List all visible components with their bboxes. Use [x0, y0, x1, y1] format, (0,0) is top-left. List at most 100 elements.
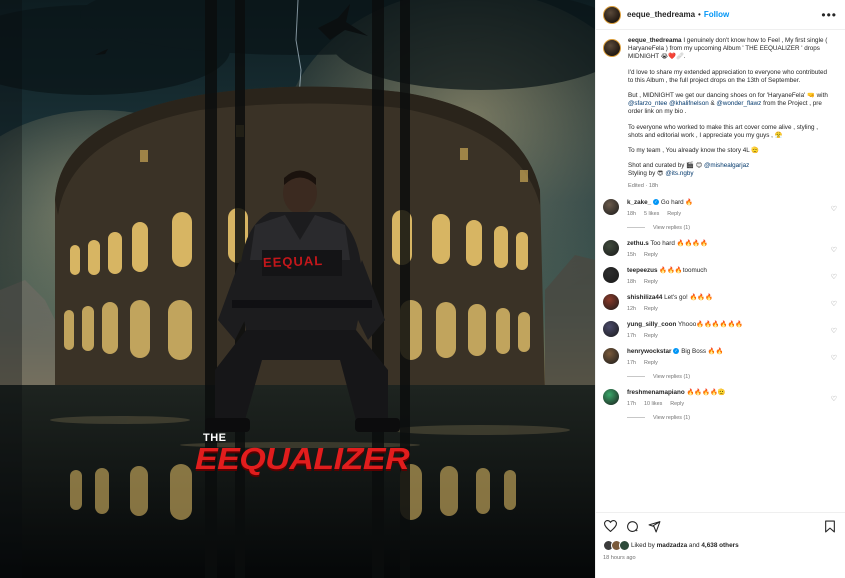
caption-styling: Styling by 😎	[628, 170, 666, 178]
comment-line: teepeezus 🔥🔥🔥toomuch	[627, 267, 825, 275]
reply-button[interactable]: Reply	[644, 360, 658, 366]
view-replies-button[interactable]: View replies (1)	[627, 415, 837, 421]
liked-by-mid: and	[688, 542, 700, 549]
avatar[interactable]	[603, 293, 619, 310]
view-replies-label[interactable]: View replies (1)	[653, 415, 690, 421]
comment-line: henrywockstar ✓ Big Boss 🔥🔥	[627, 348, 825, 356]
divider	[627, 376, 645, 378]
comment-meta: 17h Reply	[627, 360, 825, 366]
comment-likes[interactable]: 5 likes	[644, 211, 659, 217]
likes-summary: Liked by madzadza and 4,638 others	[603, 540, 837, 551]
comment-meta: 18h 5 likes Reply	[627, 211, 825, 217]
comment-icon[interactable]	[625, 519, 639, 533]
avatar[interactable]	[603, 347, 619, 364]
post-image[interactable]: EEQUAL THE EEQUALIZER	[0, 0, 595, 578]
comment-body: k_zake_ ✓ Go hard 🔥 18h 5 likes Reply	[627, 199, 825, 217]
caption-body: eeque_thedreama I genuinely don't know h…	[628, 37, 828, 190]
caption-edited: Edited · 18h	[628, 182, 659, 189]
reply-button[interactable]: Reply	[667, 211, 681, 217]
view-replies-label[interactable]: View replies (1)	[653, 225, 690, 231]
heart-icon[interactable]: ♡	[831, 354, 837, 362]
comment-time: 18h	[627, 210, 636, 217]
caption-avatar[interactable]	[603, 39, 621, 57]
comment-likes[interactable]: 10 likes	[644, 401, 662, 407]
verified-badge-icon: ✓	[652, 199, 659, 206]
more-icon[interactable]: •••	[821, 9, 837, 21]
post-footer: Liked by madzadza and 4,638 others 18 ho…	[596, 512, 845, 578]
avatar[interactable]	[603, 388, 619, 405]
avatar[interactable]	[603, 198, 619, 215]
heart-icon[interactable]	[603, 519, 617, 533]
reply-button[interactable]: Reply	[644, 306, 658, 312]
header-username[interactable]: eeque_thedreama	[627, 10, 695, 19]
comment-item: zethu.s Too hard 🔥🔥🔥🔥 15h Reply ♡	[603, 239, 837, 258]
heart-icon[interactable]: ♡	[831, 395, 837, 403]
mention-link[interactable]: @its.ngby	[665, 170, 693, 177]
jacket-print-text: EEQUAL	[262, 252, 324, 271]
comment-time: 15h	[627, 251, 636, 258]
comment-item: shishiliza44 Let's go! 🔥🔥🔥 12h Reply ♡	[603, 293, 837, 312]
follow-button[interactable]: Follow	[704, 10, 729, 19]
avatar[interactable]	[603, 266, 619, 283]
view-replies-label[interactable]: View replies (1)	[653, 374, 690, 380]
comment-body: teepeezus 🔥🔥🔥toomuch 18h Reply	[627, 267, 825, 285]
comments-scroll-area[interactable]: eeque_thedreama I genuinely don't know h…	[596, 31, 845, 512]
reply-button[interactable]: Reply	[644, 252, 658, 258]
liked-by-user[interactable]: madzadza	[657, 542, 688, 549]
action-bar	[603, 519, 837, 533]
comment-text: Go hard 🔥	[660, 198, 694, 206]
comment-username[interactable]: k_zake_	[627, 199, 651, 206]
view-replies-button[interactable]: View replies (1)	[627, 374, 837, 380]
reply-button[interactable]: Reply	[644, 333, 658, 339]
avatar[interactable]	[603, 320, 619, 337]
comment-username[interactable]: yung_silly_coon	[627, 321, 676, 328]
comment-item: k_zake_ ✓ Go hard 🔥 18h 5 likes Reply ♡	[603, 198, 837, 217]
heart-icon[interactable]: ♡	[831, 246, 837, 254]
comment-line: k_zake_ ✓ Go hard 🔥	[627, 199, 825, 207]
reply-button[interactable]: Reply	[670, 401, 684, 407]
heart-icon[interactable]: ♡	[831, 205, 837, 213]
comment-time: 17h	[627, 400, 636, 407]
comment-username[interactable]: shishiliza44	[627, 294, 662, 301]
comment-meta: 18h Reply	[627, 279, 825, 285]
avatar[interactable]	[603, 239, 619, 256]
liked-by-count[interactable]: 4,638 others	[701, 542, 738, 549]
divider	[627, 227, 645, 229]
comment-time: 18h	[627, 278, 636, 285]
comment-time: 17h	[627, 359, 636, 366]
comment-text: Too hard 🔥🔥🔥🔥	[650, 239, 708, 247]
album-cover-art	[0, 0, 595, 578]
share-icon[interactable]	[647, 519, 661, 533]
caption-shot: Shot and curated by 🎬 😊	[628, 162, 705, 170]
comment-line: shishiliza44 Let's go! 🔥🔥🔥	[627, 294, 825, 302]
comment-line: yung_silly_coon Yhooo🔥🔥🔥🔥🔥🔥	[627, 321, 825, 329]
post-timestamp: 18 hours ago	[603, 555, 636, 561]
caption-p4: To everyone who worked to make this art …	[628, 123, 819, 139]
heart-icon[interactable]: ♡	[831, 327, 837, 335]
avatar[interactable]	[603, 5, 621, 24]
save-icon[interactable]	[823, 519, 837, 533]
caption-p5: To my team , You already know the story …	[628, 147, 760, 155]
post-side-panel: eeque_thedreama • Follow ••• eeque_thedr…	[595, 0, 845, 578]
comment-line: freshmenamapiano 🔥🔥🔥🔥🫡	[627, 389, 825, 397]
reply-button[interactable]: Reply	[644, 279, 658, 285]
comment-text: 🔥🔥🔥🔥🫡	[686, 388, 726, 396]
heart-icon[interactable]: ♡	[831, 300, 837, 308]
album-title-main: EEQUALIZER	[195, 442, 410, 477]
heart-icon[interactable]: ♡	[831, 273, 837, 281]
comment-body: shishiliza44 Let's go! 🔥🔥🔥 12h Reply	[627, 294, 825, 312]
divider	[627, 417, 645, 419]
comment-username[interactable]: teepeezus	[627, 267, 657, 274]
mention-link[interactable]: @mishealgarjaz	[704, 162, 749, 169]
mention-link[interactable]: @khalifnelson	[669, 100, 709, 107]
mention-link[interactable]: @sfarzo_ntee	[628, 100, 667, 107]
caption-username[interactable]: eeque_thedreama	[628, 37, 682, 44]
separator-dot: •	[698, 10, 701, 19]
comment-username[interactable]: henrywockstar	[627, 348, 671, 355]
avatar	[619, 540, 630, 551]
comment-username[interactable]: freshmenamapiano	[627, 389, 685, 396]
mention-link[interactable]: @wonder_flawz	[716, 100, 761, 107]
view-replies-button[interactable]: View replies (1)	[627, 225, 837, 231]
comment-username[interactable]: zethu.s	[627, 240, 649, 247]
comment-item: henrywockstar ✓ Big Boss 🔥🔥 17h Reply ♡	[603, 347, 837, 366]
